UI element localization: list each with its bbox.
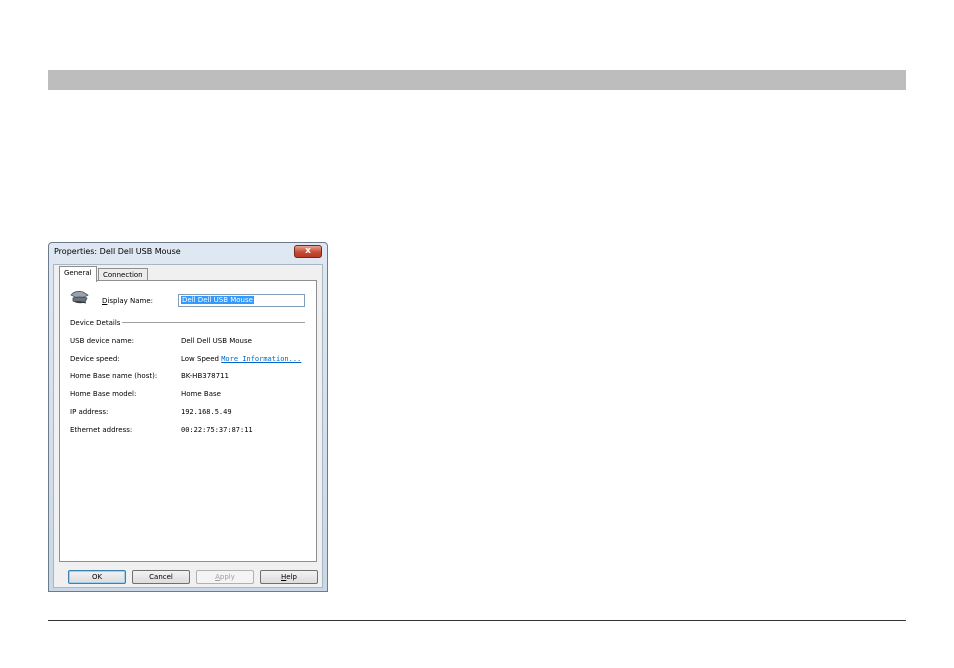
apply-button-label: Apply: [215, 573, 235, 581]
cancel-button[interactable]: Cancel: [132, 570, 190, 584]
apply-rest: pply: [219, 573, 235, 581]
tab-connection-label: Connection: [103, 271, 143, 279]
help-button-label: Help: [281, 573, 297, 581]
properties-dialog: Properties: Dell Dell USB Mouse x Genera…: [48, 242, 328, 592]
ok-button-label: OK: [91, 573, 103, 581]
dialog-client-area: General Connection Display Name: Dell De…: [53, 264, 323, 588]
display-name-label-text: isplay Name:: [107, 297, 154, 305]
home-base-name-value: BK-HB378711: [181, 372, 229, 380]
display-name-label: Display Name:: [102, 297, 153, 305]
device-speed-label: Device speed:: [70, 355, 120, 363]
header-band: [48, 70, 906, 90]
footer-rule: [48, 620, 906, 621]
cancel-button-label: Cancel: [149, 573, 173, 581]
home-base-model-value: Home Base: [181, 390, 221, 398]
device-speed-value: Low Speed More Information...: [181, 355, 301, 363]
home-base-model-label: Home Base model:: [70, 390, 137, 398]
general-panel: Display Name: Dell Dell USB Mouse Device…: [59, 280, 317, 562]
tab-general-label: General: [64, 269, 92, 277]
ip-address-value: 192.168.5.49: [181, 408, 232, 416]
apply-button[interactable]: Apply: [196, 570, 254, 584]
mouse-icon: [70, 291, 89, 304]
display-name-input[interactable]: Dell Dell USB Mouse: [178, 294, 305, 307]
help-button[interactable]: Help: [260, 570, 318, 584]
tab-general[interactable]: General: [59, 266, 97, 282]
close-button[interactable]: x: [294, 245, 322, 258]
window-title: Properties: Dell Dell USB Mouse: [54, 247, 181, 256]
ethernet-address-value: 00:22:75:37:87:11: [181, 426, 253, 434]
close-icon: x: [305, 246, 311, 256]
ethernet-address-label: Ethernet address:: [70, 426, 133, 434]
title-bar[interactable]: Properties: Dell Dell USB Mouse x: [49, 243, 327, 264]
home-base-name-label: Home Base name (host):: [70, 372, 158, 380]
device-speed-text: Low Speed: [181, 355, 219, 363]
device-details-heading: Device Details: [70, 319, 121, 327]
usb-device-name-value: Dell Dell USB Mouse: [181, 337, 252, 345]
device-details-divider: [122, 322, 305, 323]
more-information-link[interactable]: More Information...: [221, 355, 301, 363]
usb-device-name-label: USB device name:: [70, 337, 135, 345]
display-name-value: Dell Dell USB Mouse: [181, 296, 254, 304]
help-rest: elp: [286, 573, 297, 581]
ok-button[interactable]: OK: [68, 570, 126, 584]
ip-address-label: IP address:: [70, 408, 109, 416]
